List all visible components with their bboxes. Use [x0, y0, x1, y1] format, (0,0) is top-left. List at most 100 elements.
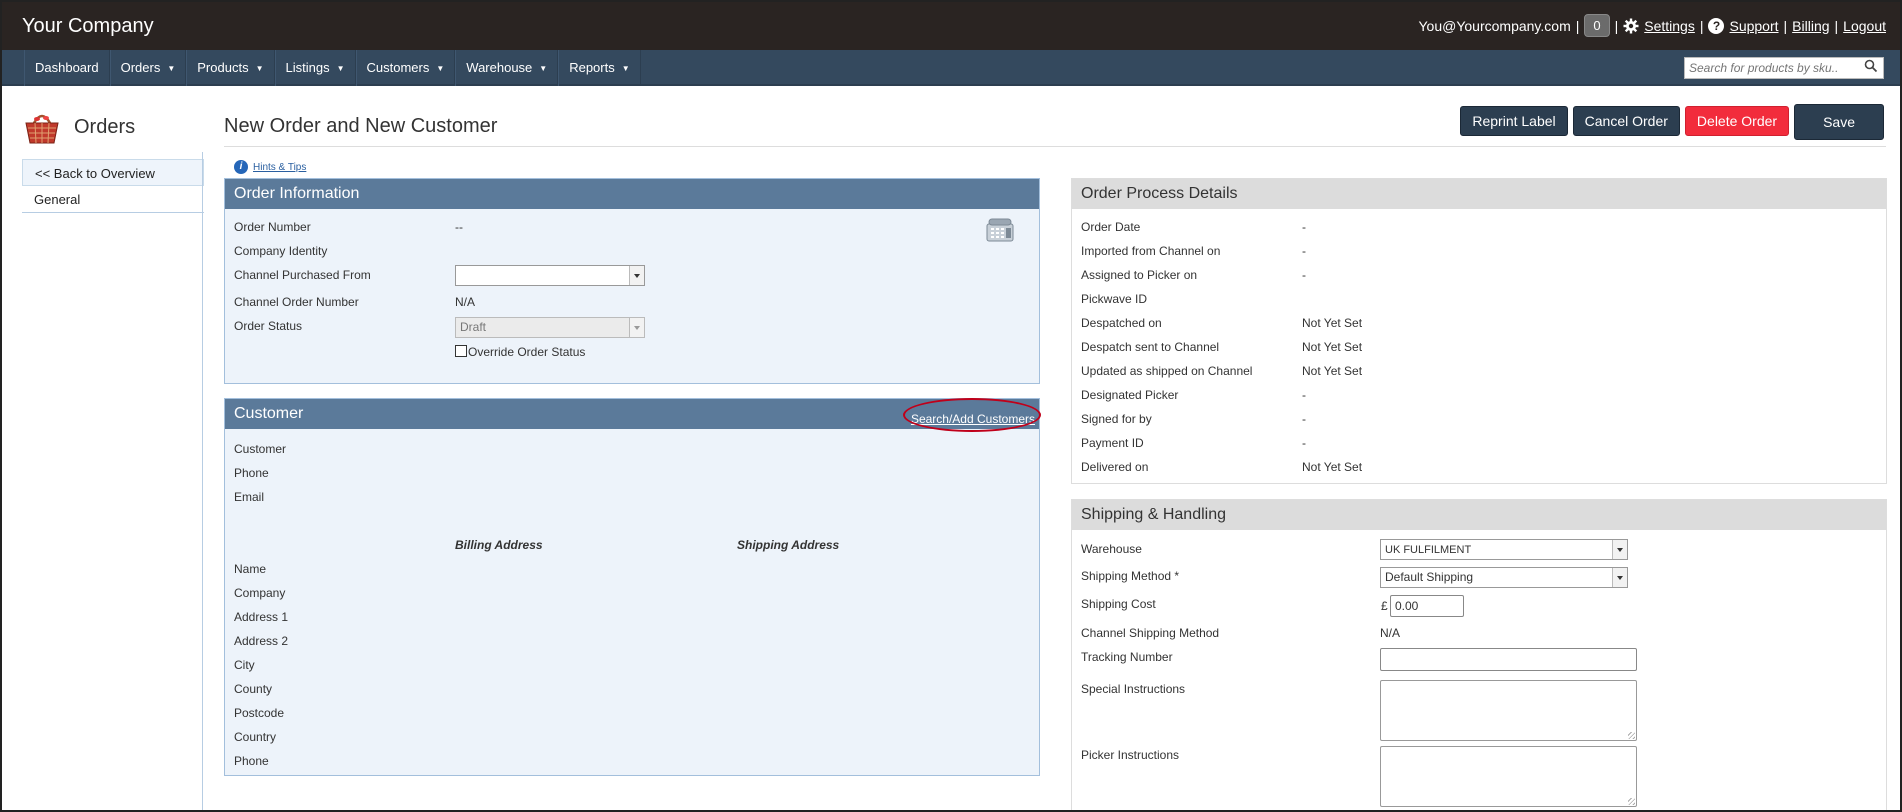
- customer-label: Customer: [234, 442, 287, 456]
- order-status-select: Draft: [455, 317, 645, 338]
- channel-shipping-method-value: N/A: [1380, 626, 1401, 640]
- shipping-cost-input[interactable]: 0.00: [1390, 595, 1464, 617]
- sidebar: Orders << Back to Overview General: [22, 105, 204, 213]
- nav-warehouse[interactable]: Warehouse ▼: [455, 50, 559, 86]
- order-process-panel: Order Process Details Order Date - Importe…: [1071, 178, 1887, 484]
- product-search: [1684, 57, 1884, 79]
- sidebar-header: Orders: [22, 105, 204, 149]
- billing-address-heading: Billing Address: [455, 538, 543, 552]
- resize-handle[interactable]: [1628, 798, 1635, 805]
- special-instructions-label: Special Instructions: [1081, 682, 1186, 696]
- panel-title: Order Information: [225, 179, 1039, 209]
- process-row-label: Despatched on: [1081, 316, 1162, 330]
- company-identity-label: Company Identity: [234, 244, 328, 258]
- sidebar-title: Orders: [74, 115, 136, 138]
- override-status-checkbox[interactable]: [455, 345, 467, 357]
- nav-dashboard[interactable]: Dashboard: [24, 50, 110, 86]
- chevron-down-icon: [629, 266, 644, 285]
- caret-down-icon: ▼: [436, 64, 445, 73]
- help-icon[interactable]: ?: [1708, 17, 1725, 34]
- process-row-value: -: [1302, 412, 1306, 426]
- save-button[interactable]: Save: [1794, 104, 1884, 140]
- process-row-value: -: [1302, 436, 1306, 450]
- user-email: You@Yourcompany.com: [1418, 17, 1571, 34]
- nav-label: Orders: [120, 60, 161, 75]
- search-icon[interactable]: [1864, 59, 1878, 73]
- process-row-label: Payment ID: [1081, 436, 1144, 450]
- picker-instructions-textarea[interactable]: [1380, 746, 1637, 807]
- shipping-cost-label: Shipping Cost: [1081, 597, 1156, 611]
- address-phone-label: Phone: [234, 754, 269, 768]
- phone-label: Phone: [234, 466, 269, 480]
- back-to-overview-link[interactable]: << Back to Overview: [22, 159, 204, 186]
- separator: |: [1614, 17, 1619, 34]
- warehouse-value: UK FULFILMENT: [1385, 544, 1472, 556]
- address-postcode-label: Postcode: [234, 706, 285, 720]
- process-row-label: Imported from Channel on: [1081, 244, 1221, 258]
- chevron-down-icon: [1612, 568, 1627, 587]
- override-status-label: Override Order Status: [468, 345, 586, 359]
- brand-name[interactable]: Your Company: [22, 15, 154, 38]
- cancel-order-button[interactable]: Cancel Order: [1572, 106, 1680, 136]
- channel-order-number-label: Channel Order Number: [234, 295, 359, 309]
- process-row-label: Signed for by: [1081, 412, 1152, 426]
- nav-orders[interactable]: Orders ▼: [109, 50, 187, 86]
- basket-icon: [25, 114, 59, 144]
- nav-customers[interactable]: Customers ▼: [355, 50, 456, 86]
- customer-panel: Customer Search/Add Customers Customer P…: [224, 398, 1041, 776]
- currency-symbol: £: [1381, 599, 1388, 613]
- order-status-value: Draft: [460, 320, 487, 334]
- channel-shipping-method-label: Channel Shipping Method: [1081, 626, 1220, 640]
- tracking-number-input[interactable]: [1380, 648, 1637, 671]
- chevron-down-icon: [1612, 540, 1627, 559]
- search-add-customers-link[interactable]: Search/Add Customers: [911, 404, 1035, 434]
- channel-select[interactable]: [455, 265, 645, 286]
- shipping-method-value: Default Shipping: [1385, 570, 1474, 584]
- email-label: Email: [234, 490, 265, 504]
- panel-title: Shipping & Handling: [1072, 500, 1886, 530]
- reprint-label-button[interactable]: Reprint Label: [1460, 106, 1568, 136]
- warehouse-select[interactable]: UK FULFILMENT: [1380, 539, 1628, 560]
- address-2-label: Address 2: [234, 634, 289, 648]
- billing-link[interactable]: Billing: [1792, 18, 1829, 34]
- action-buttons: Reprint Label Cancel Order Delete Order …: [1460, 104, 1884, 140]
- caret-down-icon: ▼: [336, 64, 345, 73]
- process-row-value: -: [1302, 268, 1306, 282]
- separator: |: [1699, 17, 1704, 34]
- address-county-label: County: [234, 682, 273, 696]
- shipping-method-select[interactable]: Default Shipping: [1380, 567, 1628, 588]
- caret-down-icon: ▼: [621, 64, 630, 73]
- logout-link[interactable]: Logout: [1843, 18, 1886, 34]
- process-row-label: Designated Picker: [1081, 388, 1179, 402]
- separator: |: [1575, 17, 1580, 34]
- settings-link[interactable]: Settings: [1644, 18, 1695, 34]
- nav-label: Products: [197, 60, 249, 75]
- account-links: You@Yourcompany.com | 0 | Settings | ? S…: [1418, 14, 1886, 37]
- nav-listings[interactable]: Listings ▼: [274, 50, 356, 86]
- nav-products[interactable]: Products ▼: [186, 50, 275, 86]
- nav-reports[interactable]: Reports ▼: [558, 50, 641, 86]
- special-instructions-textarea[interactable]: [1380, 680, 1637, 741]
- order-status-label: Order Status: [234, 319, 303, 333]
- caret-down-icon: ▼: [255, 64, 264, 73]
- process-row-label: Despatch sent to Channel: [1081, 340, 1220, 354]
- support-link[interactable]: Support: [1729, 18, 1778, 34]
- nav-label: Dashboard: [35, 60, 99, 75]
- order-information-panel: Order Information Order Number -- Compan…: [224, 178, 1040, 384]
- order-number-label: Order Number: [234, 220, 311, 234]
- sidebar-item-general[interactable]: General: [22, 186, 204, 213]
- delete-order-button[interactable]: Delete Order: [1684, 106, 1790, 136]
- tracking-number-label: Tracking Number: [1081, 650, 1173, 664]
- notification-badge[interactable]: 0: [1584, 14, 1610, 37]
- resize-handle[interactable]: [1628, 732, 1635, 739]
- gear-icon[interactable]: [1623, 18, 1639, 34]
- hints-tips-link[interactable]: Hints & Tips: [253, 162, 306, 173]
- info-icon: i: [234, 160, 248, 174]
- order-number-value: --: [455, 220, 463, 234]
- phone-icon[interactable]: [985, 218, 1015, 242]
- shipping-method-label: Shipping Method *: [1081, 569, 1180, 583]
- sidebar-divider: [202, 152, 203, 810]
- shipping-handling-panel: Shipping & Handling Warehouse UK FULFILM…: [1071, 499, 1887, 810]
- process-row-label: Delivered on: [1081, 460, 1149, 474]
- product-search-input[interactable]: [1689, 61, 1859, 75]
